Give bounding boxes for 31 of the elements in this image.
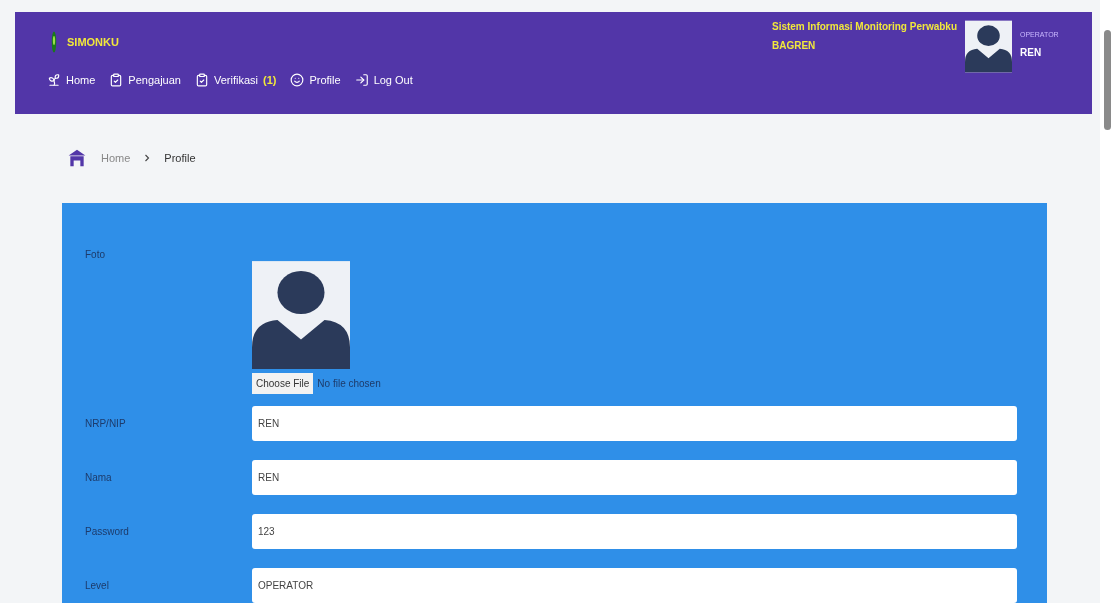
- text-field[interactable]: REN: [252, 406, 1017, 441]
- checklist-icon: [194, 73, 209, 88]
- field-label: Level: [85, 579, 110, 593]
- field-label: Nama: [85, 471, 113, 485]
- user-avatar: [965, 20, 1012, 73]
- unit-name: BAGREN: [771, 39, 817, 52]
- text-field[interactable]: OPERATOR: [252, 568, 1017, 603]
- nav-link[interactable]: Home: [47, 72, 96, 89]
- field-label: Foto: [85, 248, 106, 262]
- text-field[interactable]: REN: [252, 460, 1017, 495]
- checklist-icon: [109, 73, 124, 88]
- home-icon: [67, 148, 87, 169]
- nav-link[interactable]: Log Out: [354, 72, 413, 89]
- field-label: Password: [85, 525, 130, 539]
- smiley-icon: [290, 73, 305, 88]
- nav-link[interactable]: Profile: [290, 72, 341, 89]
- leaf-logo-icon: [51, 29, 57, 55]
- system-title: Sistem Informasi Monitoring Perwabku: [771, 20, 957, 33]
- sprout-icon: [47, 73, 61, 88]
- user-name: REN: [1020, 45, 1043, 60]
- app-name: SIMONKU: [67, 34, 119, 50]
- nav-link[interactable]: Verifikasi (1): [194, 72, 277, 89]
- field-label: NRP/NIP: [85, 417, 127, 431]
- nav-link[interactable]: Pengajuan: [109, 72, 181, 89]
- text-field[interactable]: 123: [252, 514, 1017, 549]
- choose-file-button[interactable]: Choose File: [252, 373, 314, 394]
- breadcrumb-item: Profile: [164, 151, 196, 167]
- logout-icon: [354, 73, 369, 88]
- scrollbar[interactable]: [1100, 0, 1115, 603]
- file-status: No file chosen: [317, 377, 381, 391]
- chevron-right-icon: [144, 154, 151, 163]
